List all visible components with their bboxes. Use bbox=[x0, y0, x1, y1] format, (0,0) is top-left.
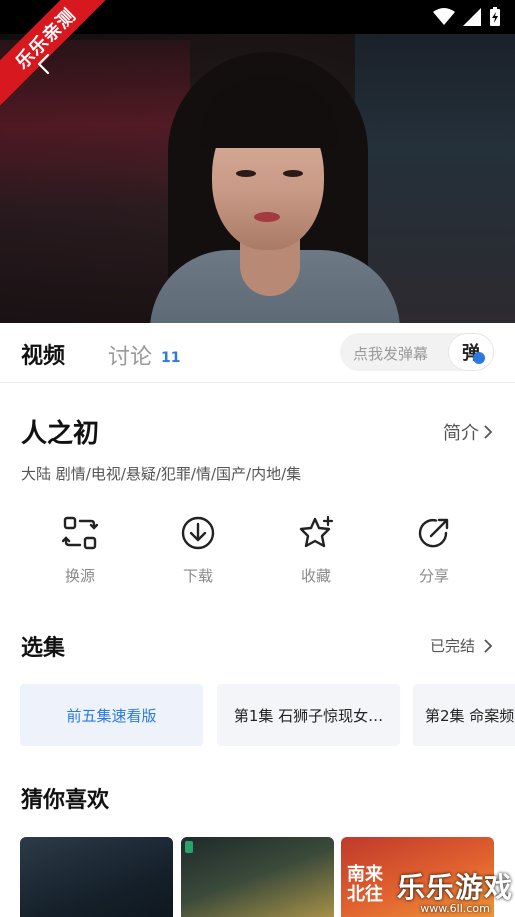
chevron-right-icon bbox=[484, 638, 493, 653]
danmu-input[interactable]: 点我发弹幕 弹 bbox=[340, 333, 494, 371]
site-watermark-title: 乐乐游戏 bbox=[396, 871, 513, 904]
episode-item[interactable]: 前五集速看版 bbox=[20, 684, 203, 746]
recommend-poster[interactable] bbox=[20, 837, 173, 917]
share-icon bbox=[418, 518, 449, 548]
episode-item-label: 第2集 命案频 bbox=[425, 706, 515, 725]
intro-link-label: 简介 bbox=[443, 423, 479, 444]
download-button[interactable]: 下载 bbox=[158, 515, 238, 586]
video-lips bbox=[254, 212, 280, 222]
recommend-section-title: 猜你喜欢 bbox=[21, 788, 110, 813]
chevron-right-icon bbox=[484, 425, 493, 439]
recommend-poster[interactable] bbox=[181, 837, 334, 917]
episodes-status-label: 已完结 bbox=[429, 637, 475, 655]
switch-source-label: 换源 bbox=[64, 567, 95, 585]
video-eye-left bbox=[236, 170, 256, 177]
tab-discussion[interactable]: 讨论 bbox=[108, 339, 152, 371]
back-icon[interactable] bbox=[32, 52, 56, 76]
download-icon bbox=[181, 516, 215, 550]
video-eye-right bbox=[283, 170, 303, 177]
star-icon bbox=[299, 515, 334, 548]
battery-icon bbox=[490, 7, 500, 26]
switch-source-button[interactable]: 换源 bbox=[40, 515, 120, 586]
poster-badge bbox=[185, 841, 193, 853]
episodes-section-title: 选集 bbox=[21, 636, 66, 661]
episode-list: 前五集速看版 第1集 石狮子惊现女… 第2集 命案频 bbox=[20, 684, 515, 746]
share-button[interactable]: 分享 bbox=[394, 515, 474, 586]
site-watermark: 乐乐游戏 www.6ll.com bbox=[396, 871, 513, 916]
favorite-button[interactable]: 收藏 bbox=[276, 515, 356, 586]
tab-video[interactable]: 视频 bbox=[21, 338, 65, 370]
show-title: 人之初 bbox=[21, 419, 100, 449]
download-label: 下载 bbox=[182, 567, 213, 585]
episode-item-label: 第1集 石狮子惊现女… bbox=[233, 706, 384, 725]
episode-item-label: 前五集速看版 bbox=[66, 706, 157, 725]
signal-icon bbox=[463, 8, 481, 26]
danmu-enabled-icon bbox=[473, 352, 485, 364]
tab-bar: 视频 讨论 11 点我发弹幕 弹 bbox=[0, 323, 515, 383]
share-label: 分享 bbox=[418, 567, 449, 585]
danmu-toggle-button[interactable]: 弹 bbox=[448, 333, 494, 371]
poster-title: 南来 北往 bbox=[347, 864, 383, 905]
video-player[interactable] bbox=[0, 0, 515, 323]
intro-link[interactable]: 简介 bbox=[443, 419, 493, 445]
video-background-left bbox=[0, 40, 190, 323]
switch-source-icon bbox=[62, 516, 98, 550]
episodes-status-link[interactable]: 已完结 bbox=[430, 635, 493, 656]
wifi-icon bbox=[433, 8, 455, 25]
danmu-placeholder: 点我发弹幕 bbox=[353, 345, 429, 363]
episode-item[interactable]: 第1集 石狮子惊现女… bbox=[217, 684, 400, 746]
episode-item[interactable]: 第2集 命案频 bbox=[413, 684, 515, 746]
discussion-count-badge: 11 bbox=[161, 350, 181, 366]
action-row: 换源 下载 收藏 分享 bbox=[20, 515, 495, 595]
show-tags: 大陆 剧情/电视/悬疑/犯罪/情/国产/内地/集 bbox=[21, 465, 302, 483]
favorite-label: 收藏 bbox=[300, 567, 331, 585]
